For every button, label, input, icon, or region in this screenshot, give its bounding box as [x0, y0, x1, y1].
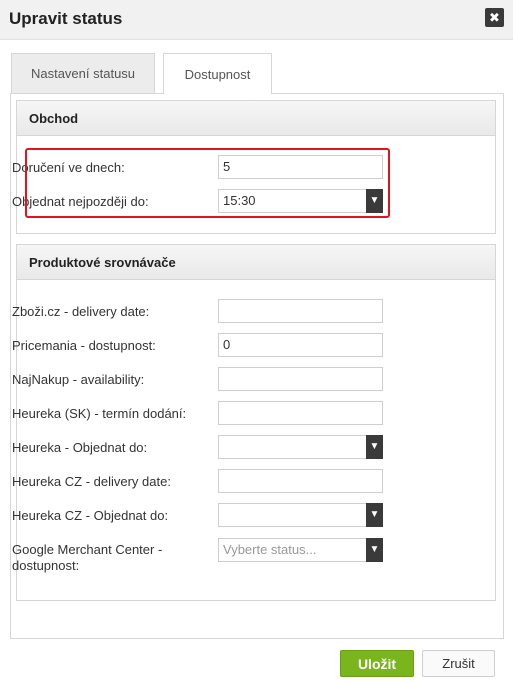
chevron-down-icon[interactable]: ▼: [366, 503, 383, 527]
tab-status-settings[interactable]: Nastavení statusu: [11, 53, 155, 93]
order-by-label: Objednat nejpozději do:: [12, 194, 149, 209]
order-by-select[interactable]: 15:30 ▼: [218, 189, 383, 213]
google-merchant-label-line1: Google Merchant Center -: [12, 542, 163, 557]
pricemania-input[interactable]: 0: [218, 333, 383, 357]
chevron-down-icon[interactable]: ▼: [366, 538, 383, 562]
heureka-cz-delivery-label: Heureka CZ - delivery date:: [12, 474, 171, 489]
heureka-cz-order-select[interactable]: ▼: [218, 503, 383, 527]
zbozi-delivery-input[interactable]: [218, 299, 383, 323]
delivery-days-input[interactable]: 5: [218, 155, 383, 179]
close-icon: ✖: [489, 10, 500, 25]
heureka-sk-input[interactable]: [218, 401, 383, 425]
comparators-section-header: Produktové srovnávače: [17, 245, 495, 280]
cancel-button[interactable]: Zrušit: [422, 650, 495, 677]
heureka-cz-delivery-input[interactable]: [218, 469, 383, 493]
najnakup-label: NajNakup - availability:: [12, 372, 145, 387]
google-merchant-placeholder: Vyberte status...: [223, 542, 317, 557]
chevron-down-icon[interactable]: ▼: [366, 435, 383, 459]
pricemania-label: Pricemania - dostupnost:: [12, 338, 156, 353]
tab-label: Dostupnost: [184, 66, 251, 82]
google-merchant-label-line2: dostupnost:: [12, 558, 80, 573]
heureka-order-select[interactable]: ▼: [218, 435, 383, 459]
heureka-cz-order-label: Heureka CZ - Objednat do:: [12, 508, 169, 523]
close-button[interactable]: ✖: [485, 8, 504, 27]
tab-label: Nastavení statusu: [30, 66, 136, 81]
najnakup-input[interactable]: [218, 367, 383, 391]
dialog-header: Upravit status ✖: [0, 0, 513, 40]
google-merchant-select[interactable]: Vyberte status... ▼: [218, 538, 383, 562]
save-button[interactable]: Uložit: [340, 650, 414, 677]
delivery-days-label: Doručení ve dnech:: [12, 160, 125, 175]
heureka-order-label: Heureka - Objednat do:: [12, 440, 148, 455]
zbozi-delivery-label: Zboži.cz - delivery date:: [12, 304, 150, 319]
shop-section-header: Obchod: [17, 101, 495, 136]
chevron-down-icon[interactable]: ▼: [366, 189, 383, 213]
tab-availability[interactable]: Dostupnost: [163, 53, 272, 94]
dialog-title: Upravit status: [9, 9, 123, 28]
google-merchant-label: Google Merchant Center - dostupnost:: [12, 542, 162, 574]
heureka-sk-label: Heureka (SK) - termín dodání:: [12, 406, 187, 421]
order-by-value: 15:30: [223, 193, 256, 208]
